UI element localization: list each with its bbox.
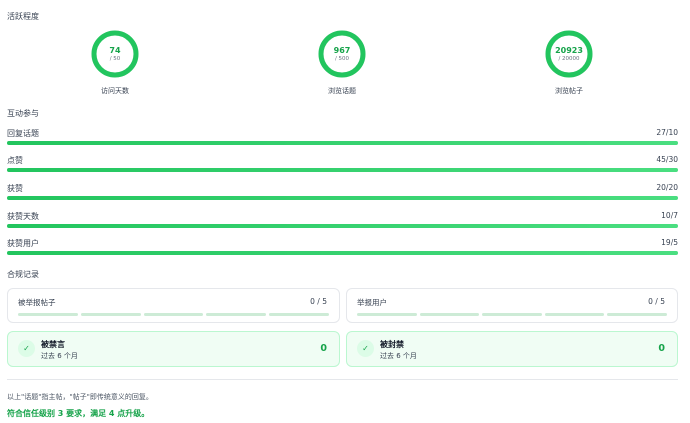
check-icon: ✓ (18, 340, 35, 357)
progress-fill (7, 251, 678, 255)
status-title: 被封禁 (380, 340, 404, 349)
status-count: 0 (658, 343, 665, 354)
progress-track (7, 196, 678, 200)
progress-ring: 967 / 500 (317, 29, 367, 79)
footer-note: 以上"话题"指主帖，"帖子"即传统意义的回复。 (7, 393, 153, 401)
segment (419, 313, 480, 316)
ring-goal: / 50 (109, 56, 121, 62)
segment-bar (18, 313, 329, 316)
ring-label: 访问天数 (101, 87, 129, 95)
ring-visit-days: 74 / 50 访问天数 (75, 29, 155, 96)
segment-bar (357, 313, 667, 316)
segment (18, 313, 78, 316)
progress-fill (7, 168, 678, 172)
segment (482, 313, 542, 316)
ring-value: 74 (109, 46, 121, 55)
ring-value: 967 (333, 46, 351, 55)
bar-value: 20/20 (656, 183, 678, 192)
status-title: 被禁言 (41, 340, 65, 349)
status-subtitle: 过去 6 个月 (380, 352, 417, 360)
segment (269, 313, 329, 316)
status-subtitle: 过去 6 个月 (41, 352, 78, 360)
bar-reply-topics: 回复话题 27/10 (7, 128, 678, 150)
segment (206, 313, 267, 316)
card-count: 0 / 5 (648, 297, 665, 306)
progress-fill (7, 196, 678, 200)
check-icon: ✓ (357, 340, 374, 357)
section-title-engagement: 互动参与 (7, 109, 39, 118)
bar-value: 45/30 (656, 155, 678, 164)
bar-value: 19/5 (661, 238, 678, 247)
ring-browse-topics: 967 / 500 浏览话题 (302, 29, 382, 96)
bar-label: 点赞 (7, 156, 23, 165)
bar-likes-received: 获赞 20/20 (7, 183, 678, 205)
segment (143, 313, 204, 316)
card-title: 举报用户 (357, 298, 387, 307)
bar-label: 获赞 (7, 184, 23, 193)
ring-value: 20923 (555, 46, 583, 55)
segment (357, 313, 417, 316)
ring-label: 浏览话题 (328, 87, 356, 95)
ring-browse-posts: 20923 / 20000 浏览帖子 (529, 29, 609, 96)
bar-likes-given: 点赞 45/30 (7, 155, 678, 177)
bar-value: 10/7 (661, 211, 678, 220)
card-count: 0 / 5 (310, 297, 327, 306)
section-title-activity: 活跃程度 (7, 12, 39, 21)
bar-label: 回复话题 (7, 129, 39, 138)
bar-label: 获赞用户 (7, 239, 39, 248)
progress-fill (7, 141, 678, 145)
segment (607, 313, 667, 316)
bar-value: 27/10 (656, 128, 678, 137)
segment (80, 313, 141, 316)
section-title-compliance: 合规记录 (7, 270, 39, 279)
progress-fill (7, 224, 678, 228)
ring-goal: / 20000 (558, 56, 580, 62)
progress-track (7, 251, 678, 255)
progress-track (7, 224, 678, 228)
card-suspended: ✓ 被封禁 过去 6 个月 0 (346, 331, 678, 367)
ring-goal: / 500 (334, 56, 350, 62)
segment (544, 313, 605, 316)
divider (7, 379, 678, 380)
progress-ring: 20923 / 20000 (544, 29, 594, 79)
card-silenced: ✓ 被禁言 过去 6 个月 0 (7, 331, 340, 367)
progress-track (7, 168, 678, 172)
bar-liked-users: 获赞用户 19/5 (7, 238, 678, 260)
ring-label: 浏览帖子 (555, 87, 583, 95)
bar-label: 获赞天数 (7, 212, 39, 221)
status-count: 0 (320, 343, 327, 354)
progress-track (7, 141, 678, 145)
bar-liked-days: 获赞天数 10/7 (7, 211, 678, 233)
card-reported-users: 举报用户 0 / 5 (346, 288, 678, 323)
card-title: 被举报帖子 (18, 298, 56, 307)
progress-ring: 74 / 50 (90, 29, 140, 79)
card-reported-posts: 被举报帖子 0 / 5 (7, 288, 340, 323)
trust-level-result: 符合信任级别 3 要求，满足 4 点升级。 (7, 409, 150, 418)
